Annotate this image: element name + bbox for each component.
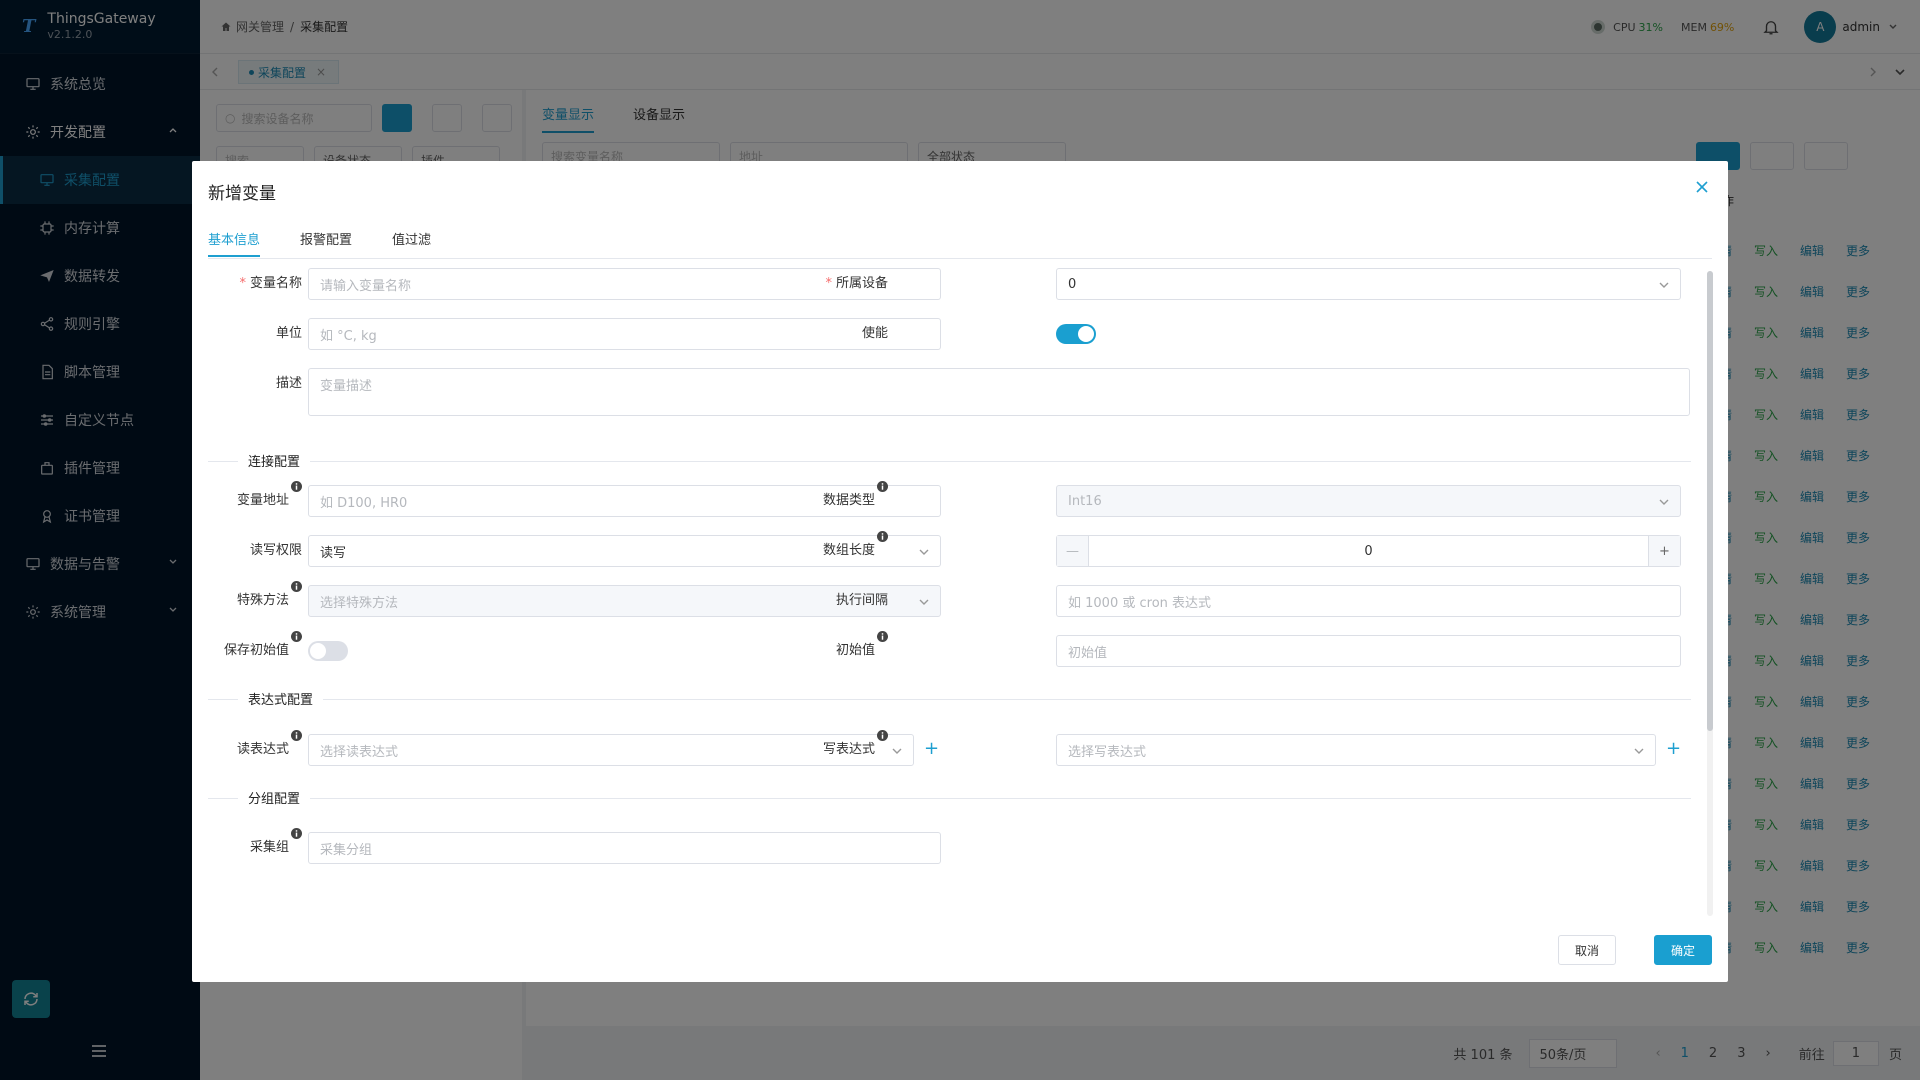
section-expression: 表达式配置: [208, 689, 1691, 709]
dialog-scrollbar[interactable]: [1707, 271, 1713, 916]
dialog-body: * 变量名称 请输入变量名称 * 所属设备 0 单位 如 °C, kg 使能 描述 …: [192, 268, 1728, 911]
info-icon: [877, 481, 888, 492]
save-init-label: 保存初始值: [192, 631, 302, 667]
section-group: 分组配置: [208, 788, 1691, 808]
info-icon: [291, 481, 302, 492]
info-icon: [291, 730, 302, 741]
var-name-label: * 变量名称: [239, 276, 302, 291]
unit-label: 单位: [275, 326, 302, 341]
save-init-toggle[interactable]: [308, 641, 348, 661]
address-label: 变量地址: [192, 481, 302, 517]
info-icon: [291, 631, 302, 642]
section-connection: 连接配置: [208, 451, 1691, 471]
info-icon: [877, 531, 888, 542]
info-icon: [291, 828, 302, 839]
enable-label: 使能: [861, 326, 888, 341]
chevron-down-icon: [1634, 748, 1644, 754]
add-write-expr-button[interactable]: +: [1666, 740, 1681, 758]
special-label: 特殊方法: [192, 581, 302, 617]
confirm-button[interactable]: 确定: [1654, 935, 1712, 965]
chevron-down-icon: [1659, 282, 1669, 288]
close-icon: [1696, 181, 1708, 193]
enable-toggle[interactable]: [1056, 324, 1096, 344]
var-name-label: [192, 397, 302, 429]
dialog-title: 新增变量: [208, 184, 276, 204]
chevron-down-icon: [919, 549, 929, 555]
interval-label: 执行间隔: [835, 593, 888, 608]
datatype-label: 数据类型: [778, 481, 888, 517]
add-read-expr-button[interactable]: +: [924, 740, 939, 758]
read-expr-label: 读表达式: [192, 730, 302, 766]
chevron-down-icon: [919, 599, 929, 605]
rw-label: 读写权限: [249, 543, 302, 558]
write-expr-select[interactable]: 选择写表达式: [1056, 734, 1656, 766]
group-label: 采集组: [192, 828, 302, 864]
array-len-stepper[interactable]: — 0 +: [1056, 535, 1681, 567]
tab-basic-info[interactable]: 基本信息: [208, 229, 261, 257]
chevron-down-icon: [1659, 499, 1669, 505]
tab-value-filter[interactable]: 值过滤: [392, 229, 431, 248]
interval-input[interactable]: 如 1000 或 cron 表达式: [1056, 585, 1681, 617]
desc-label: 描述: [275, 376, 302, 391]
tab-alarm-config[interactable]: 报警配置: [300, 229, 352, 248]
cancel-button[interactable]: 取消: [1558, 935, 1616, 965]
group-input[interactable]: 采集分组: [308, 832, 941, 864]
write-expr-label: 写表达式: [778, 730, 888, 766]
array-len-label: 数组长度: [778, 531, 888, 567]
desc-textarea[interactable]: 变量描述: [308, 368, 1690, 416]
info-icon: [877, 730, 888, 741]
init-label: 初始值: [778, 631, 888, 667]
info-icon: [877, 631, 888, 642]
init-input[interactable]: 初始值: [1056, 635, 1681, 667]
close-dialog-button[interactable]: [1696, 181, 1708, 193]
add-variable-dialog: 新增变量 基本信息 报警配置 值过滤 * 变量名称 请输入变量名称 * 所属设备 0…: [192, 161, 1728, 982]
device-label: * 所属设备: [825, 276, 888, 291]
dialog-tabs: 基本信息 报警配置 值过滤: [208, 229, 1712, 259]
decrement-button[interactable]: —: [1057, 536, 1089, 566]
info-icon: [291, 581, 302, 592]
device-select[interactable]: 0: [1056, 268, 1681, 300]
chevron-down-icon: [892, 748, 902, 754]
increment-button[interactable]: +: [1648, 536, 1680, 566]
datatype-select[interactable]: Int16: [1056, 485, 1681, 517]
